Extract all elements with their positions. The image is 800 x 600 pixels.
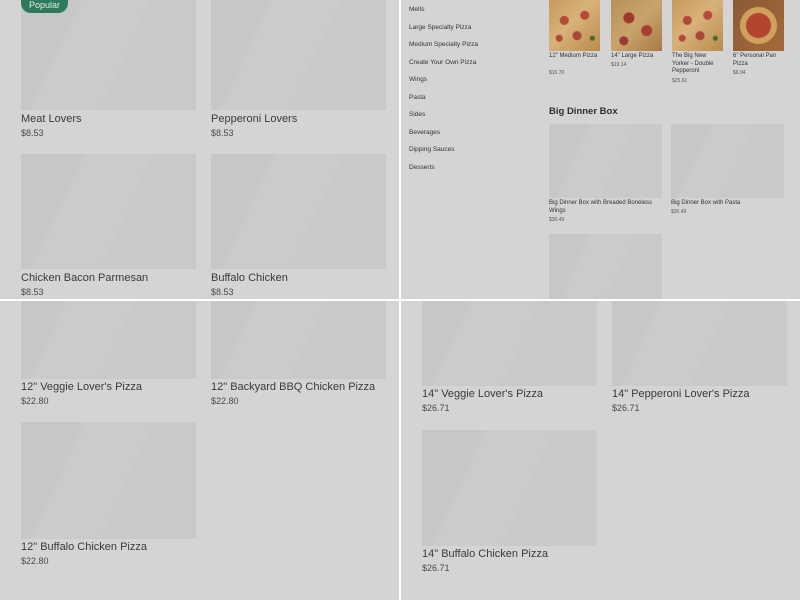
- item-image-placeholder[interactable]: [211, 154, 386, 269]
- pizza-image[interactable]: [672, 0, 723, 51]
- item-image-placeholder[interactable]: [549, 234, 662, 299]
- large-pizza-panel: 14" Veggie Lover's Pizza $26.71 14" Pepp…: [401, 301, 800, 600]
- section-heading: Big Dinner Box: [549, 106, 618, 117]
- category-link-melts[interactable]: Melts: [409, 6, 425, 13]
- item-name: Big Dinner Box with Breaded Boneless Win…: [549, 200, 653, 214]
- category-link-desserts[interactable]: Desserts: [409, 164, 435, 171]
- item-image-placeholder[interactable]: [422, 430, 597, 546]
- item-price: $8.53: [21, 287, 44, 297]
- category-link-beverages[interactable]: Beverages: [409, 129, 440, 136]
- featured-item-name: 6" Personal Pan Pizza: [733, 53, 777, 67]
- item-price: $26.71: [422, 563, 450, 573]
- category-link-pasta[interactable]: Pasta: [409, 94, 426, 101]
- item-image-placeholder[interactable]: [211, 301, 386, 379]
- category-link-create-your-own-pizza[interactable]: Create Your Own Pizza: [409, 59, 476, 66]
- item-name: 12" Backyard BBQ Chicken Pizza: [211, 381, 376, 393]
- category-link-sides[interactable]: Sides: [409, 111, 425, 118]
- category-link-large-specialty-pizza[interactable]: Large Specialty Pizza: [409, 24, 472, 31]
- featured-item-price: $6.94: [733, 70, 746, 76]
- item-name: 14" Buffalo Chicken Pizza: [422, 548, 548, 560]
- item-image-placeholder[interactable]: [549, 124, 662, 198]
- item-name: 12" Veggie Lover's Pizza: [21, 381, 142, 393]
- item-image-placeholder[interactable]: [211, 0, 386, 110]
- pizza-image[interactable]: [549, 0, 600, 51]
- menu-overview-panel: Melts Large Specialty Pizza Medium Speci…: [401, 0, 800, 299]
- item-price: $30.49: [549, 217, 565, 223]
- item-image-placeholder[interactable]: [422, 301, 597, 386]
- medium-pizza-panel: 12" Veggie Lover's Pizza $22.80 12" Back…: [0, 301, 399, 600]
- item-price: $22.80: [21, 396, 49, 406]
- item-price: $22.80: [211, 396, 239, 406]
- item-name: 14" Pepperoni Lover's Pizza: [612, 388, 750, 400]
- featured-item-price: $25.61: [672, 78, 688, 84]
- item-image-placeholder[interactable]: [612, 301, 787, 386]
- item-name: 14" Veggie Lover's Pizza: [422, 388, 543, 400]
- category-link-dipping-sauces[interactable]: Dipping Sauces: [409, 146, 455, 153]
- featured-item-price: $16.70: [549, 70, 565, 76]
- item-image-placeholder[interactable]: [21, 0, 196, 110]
- item-price: $26.71: [422, 403, 450, 413]
- item-name: 12" Buffalo Chicken Pizza: [21, 541, 147, 553]
- item-image-placeholder[interactable]: [671, 124, 784, 198]
- item-image-placeholder[interactable]: [21, 154, 196, 269]
- category-link-medium-specialty-pizza[interactable]: Medium Specialty Pizza: [409, 41, 478, 48]
- item-price: $30.49: [671, 209, 687, 215]
- featured-item-name: 14" Large Pizza: [611, 53, 654, 59]
- item-name: Chicken Bacon Parmesan: [21, 272, 149, 284]
- item-name: Pepperoni Lovers: [211, 113, 298, 125]
- popular-items-panel: Meat Lovers $8.53 Popular Pepperoni Love…: [0, 0, 399, 299]
- featured-item-price: $19.14: [611, 62, 627, 68]
- item-price: $22.80: [21, 556, 49, 566]
- pizza-image[interactable]: [611, 0, 662, 51]
- item-price: $8.53: [21, 128, 44, 138]
- item-image-placeholder[interactable]: [21, 422, 196, 539]
- featured-item-name: 12" Medium Pizza: [549, 53, 598, 59]
- category-link-wings[interactable]: Wings: [409, 76, 427, 83]
- popular-badge: Popular: [21, 0, 69, 13]
- item-name: Big Dinner Box with Pasta: [671, 200, 741, 206]
- pizza-image[interactable]: [733, 0, 784, 51]
- item-image-placeholder[interactable]: [21, 301, 196, 379]
- featured-item-name: The Big New Yorker - Double Pepperoni: [672, 53, 714, 74]
- item-name: Buffalo Chicken: [211, 272, 288, 284]
- item-name: Meat Lovers: [21, 113, 82, 125]
- item-price: $8.53: [211, 128, 234, 138]
- item-price: $26.71: [612, 403, 640, 413]
- item-price: $8.53: [211, 287, 234, 297]
